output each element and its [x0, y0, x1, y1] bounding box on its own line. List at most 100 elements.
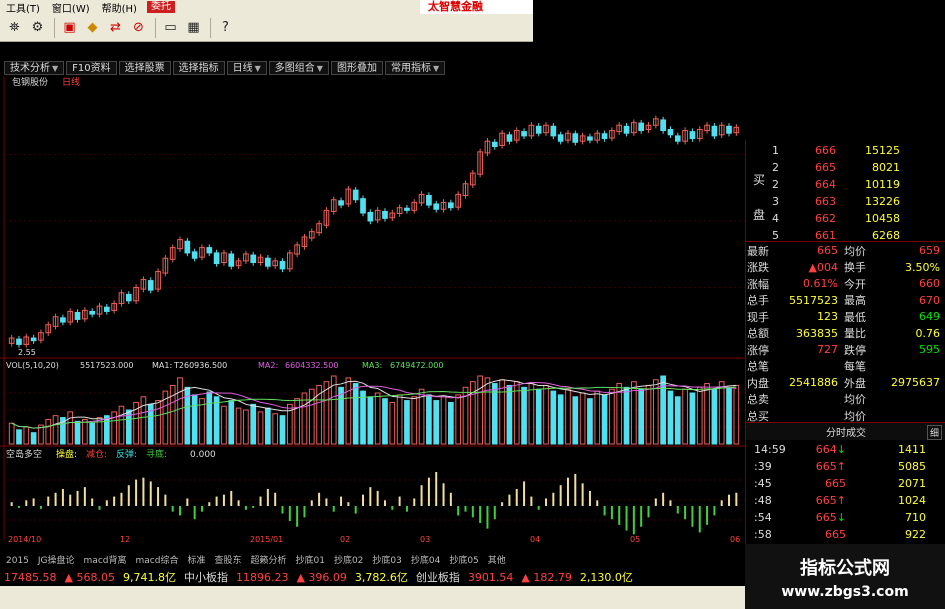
indicator-tab[interactable]: 超籁分析 — [246, 555, 290, 568]
diamond-icon[interactable]: ◆ — [82, 17, 103, 38]
tick-row: :45 665 2071 — [746, 475, 945, 492]
no-entry-icon[interactable]: ⊘ — [128, 17, 149, 38]
indicator-tab[interactable]: 2015 — [2, 555, 33, 568]
index-ticker-bar: 17485.58 ▲ 568.05 9,741.8亿 中小板指 11896.23 ▲ 39… — [0, 568, 745, 586]
volume-bar — [550, 390, 557, 445]
volume-bar — [448, 401, 454, 445]
quote-key: 最低 — [844, 310, 866, 324]
indicator-tab[interactable]: 查股东 — [210, 555, 245, 568]
volume-bar — [199, 398, 205, 445]
volume-bar — [726, 386, 732, 445]
orderbook-row[interactable]: 1 666 15125 — [772, 142, 945, 159]
arrow-down-icon: ↓ — [836, 511, 846, 524]
func-tab-label: 选择股票 — [124, 63, 165, 74]
binoculars-icon[interactable]: ⛯ — [4, 17, 25, 38]
func-tab[interactable]: 常用指标 ▼ — [384, 61, 446, 75]
volume-bar — [411, 396, 418, 445]
volume-bar — [667, 390, 674, 445]
order-level: 1 — [772, 144, 779, 157]
kline-chart-area[interactable]: 包钢股份 日线 2.55 VOL(5,10,20) 5517523.000 MA1: T26… — [0, 76, 745, 544]
order-price: 662 — [815, 212, 836, 225]
quote-key: 现手 — [747, 310, 769, 324]
robot-icon[interactable]: ⚙ — [27, 17, 48, 38]
candle-body — [674, 135, 681, 142]
indicator-tab[interactable]: 抄底01 — [292, 555, 329, 568]
func-tab[interactable]: 选择股票 — [118, 61, 171, 75]
tick-time: 14:59 — [754, 443, 786, 456]
func-tab[interactable]: F10资料 — [66, 61, 117, 75]
watermark: 指标公式网 www.zbgs3.com — [745, 544, 945, 609]
indicator-line-label: 操盘: — [56, 448, 77, 460]
ma3-label: MA3: — [362, 361, 382, 370]
menu-window[interactable]: 窗口(W) — [46, 0, 96, 15]
help-pointer-icon[interactable]: ? — [215, 17, 236, 38]
volume-bar — [352, 383, 359, 445]
volume-bar — [177, 377, 183, 445]
quote-value: 2541886 — [789, 376, 838, 389]
quote-row: 总额 363835 量比 0.76 — [746, 325, 945, 342]
orderbook-row[interactable]: 4 662 10458 — [772, 210, 945, 227]
date-axis-label: 02 — [340, 535, 350, 544]
quote-value: ▲004 — [808, 260, 838, 274]
volume-bar — [52, 415, 59, 445]
menu-tools[interactable]: 工具(T) — [0, 0, 46, 15]
quote-value: 123 — [817, 310, 838, 323]
period-label: 日线 — [62, 76, 80, 88]
orderbook-row[interactable]: 2 664 10119 — [772, 176, 945, 193]
candle-body — [228, 253, 235, 267]
func-tab[interactable]: 选择指标 — [172, 61, 225, 75]
orderbook-row[interactable]: 2 665 8021 — [772, 159, 945, 176]
window-icon[interactable]: ▭ — [160, 17, 181, 38]
volume-bar — [360, 390, 366, 445]
tick-volume: 5085 — [898, 460, 926, 473]
indicator-tab[interactable]: 抄底02 — [330, 555, 367, 568]
grid-icon[interactable]: ▦ — [183, 17, 204, 38]
indicator-tab[interactable]: JG操盘论 — [34, 555, 79, 568]
indicator-tab[interactable]: 其他 — [484, 555, 510, 568]
volume-bar — [16, 429, 22, 445]
brand-text: 太智慧金融 — [428, 0, 483, 13]
index-value: ▲ 396.09 — [296, 570, 347, 584]
candle-body — [587, 136, 593, 141]
quote-key: 跌停 — [844, 343, 866, 357]
index-value: 3901.54 — [467, 570, 514, 584]
f10-info-icon[interactable]: ▣ — [59, 17, 80, 38]
indicator-line-label: 减仓: — [86, 448, 107, 460]
candle-body — [30, 337, 37, 342]
volume-bar — [521, 386, 527, 445]
quote-key: 总卖 — [747, 393, 769, 406]
order-price: 663 — [815, 195, 836, 208]
ticks-detail-button[interactable]: 细 — [926, 425, 942, 440]
volume-bar — [308, 388, 315, 445]
volume-bar — [645, 384, 652, 445]
quote-value: 665 — [817, 244, 838, 257]
exchange-icon[interactable]: ⇄ — [105, 17, 126, 38]
volume-bar — [191, 394, 198, 445]
func-tab[interactable]: 多图组合 ▼ — [268, 61, 329, 75]
func-tab[interactable]: 技术分析 ▼ — [4, 61, 65, 75]
indicator-tab[interactable]: 标准 — [183, 555, 209, 568]
indicator-tab[interactable]: macd背离 — [80, 555, 131, 568]
volume-bar — [711, 388, 718, 445]
menu-help[interactable]: 帮助(H) — [96, 0, 143, 15]
indicator-tab[interactable]: 抄底04 — [407, 555, 444, 568]
entrust-button[interactable]: 委托 — [146, 1, 175, 13]
tick-price-value: 665 — [815, 460, 837, 473]
func-tab[interactable]: 图形叠加 — [330, 61, 383, 75]
arrow-up-icon: ↑ — [836, 460, 846, 473]
candle-body — [89, 310, 96, 315]
quote-key: 今开 — [844, 277, 866, 291]
orderbook-row[interactable]: 3 663 13226 — [772, 193, 945, 210]
quote-value: 5517523 — [789, 293, 838, 307]
indicator-tab[interactable]: macd综合 — [132, 555, 183, 568]
indicator-tab[interactable]: 抄底05 — [445, 555, 482, 568]
candle-body — [125, 293, 132, 302]
func-tab[interactable]: 日线 ▼ — [226, 61, 267, 75]
volume-bar — [682, 388, 688, 445]
order-volume: 10119 — [865, 178, 900, 191]
indicator-tab[interactable]: 抄底03 — [368, 555, 405, 568]
quote-key: 量比 — [844, 327, 866, 340]
quote-key: 总额 — [747, 327, 769, 340]
kline-chart[interactable]: 包钢股份 日线 2.55 VOL(5,10,20) 5517523.000 MA1: T26… — [0, 76, 745, 544]
ma1-value: T260936.500 — [173, 361, 227, 370]
